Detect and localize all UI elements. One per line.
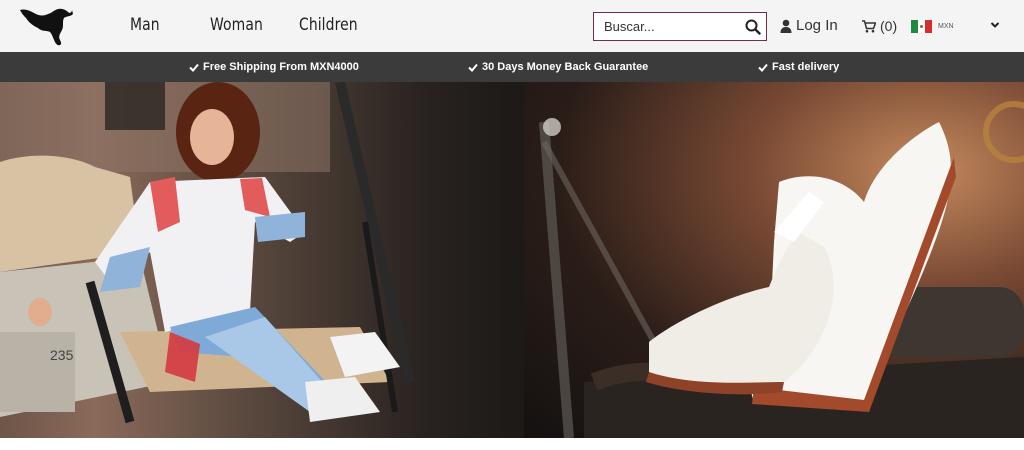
search-box (593, 12, 767, 41)
chevron-down-icon[interactable] (990, 21, 1000, 29)
sneakers-illustration (539, 101, 1024, 438)
puma-cat-logo-icon (20, 8, 73, 46)
puma-logo[interactable] (18, 4, 74, 48)
user-icon (780, 19, 792, 33)
cart-icon (862, 19, 876, 32)
nav-children[interactable]: Children (299, 15, 358, 35)
nav-woman[interactable]: Woman (210, 15, 263, 35)
promo-item: Fast delivery (758, 61, 839, 73)
login-label: Log In (796, 17, 838, 34)
promo-bar: Free Shipping From MXN4000 30 Days Money… (0, 52, 1024, 82)
check-icon (758, 63, 768, 72)
login-link[interactable]: Log In (780, 17, 838, 34)
hero-banner[interactable]: 235 (0, 82, 1024, 438)
cart-count: (0) (880, 18, 898, 34)
promo-label: Fast delivery (772, 61, 840, 73)
page-content-start (0, 438, 1024, 450)
promo-item: Free Shipping From MXN4000 (189, 61, 359, 73)
nav-man[interactable]: Man (130, 15, 160, 35)
cart-number: 235 (50, 347, 74, 363)
promo-label: Free Shipping From MXN4000 (203, 61, 359, 73)
woman-on-golf-cart-illustration: 235 (0, 82, 415, 424)
check-icon (468, 63, 478, 72)
check-icon (189, 63, 199, 72)
search-icon[interactable] (745, 19, 761, 35)
mexico-flag-icon (911, 20, 932, 33)
currency-selector[interactable]: MXN (911, 20, 954, 33)
currency-label: MXN (938, 23, 954, 30)
hero-image-sneakers (524, 82, 1024, 438)
promo-label: 30 Days Money Back Guarantee (482, 61, 649, 73)
search-input[interactable] (594, 13, 738, 40)
promo-item: 30 Days Money Back Guarantee (468, 61, 648, 73)
site-header: Man Woman Children Log In (0) MXN (0, 0, 1024, 52)
cart-link[interactable]: (0) (862, 18, 897, 34)
hero-image-woman: 235 (0, 82, 524, 438)
